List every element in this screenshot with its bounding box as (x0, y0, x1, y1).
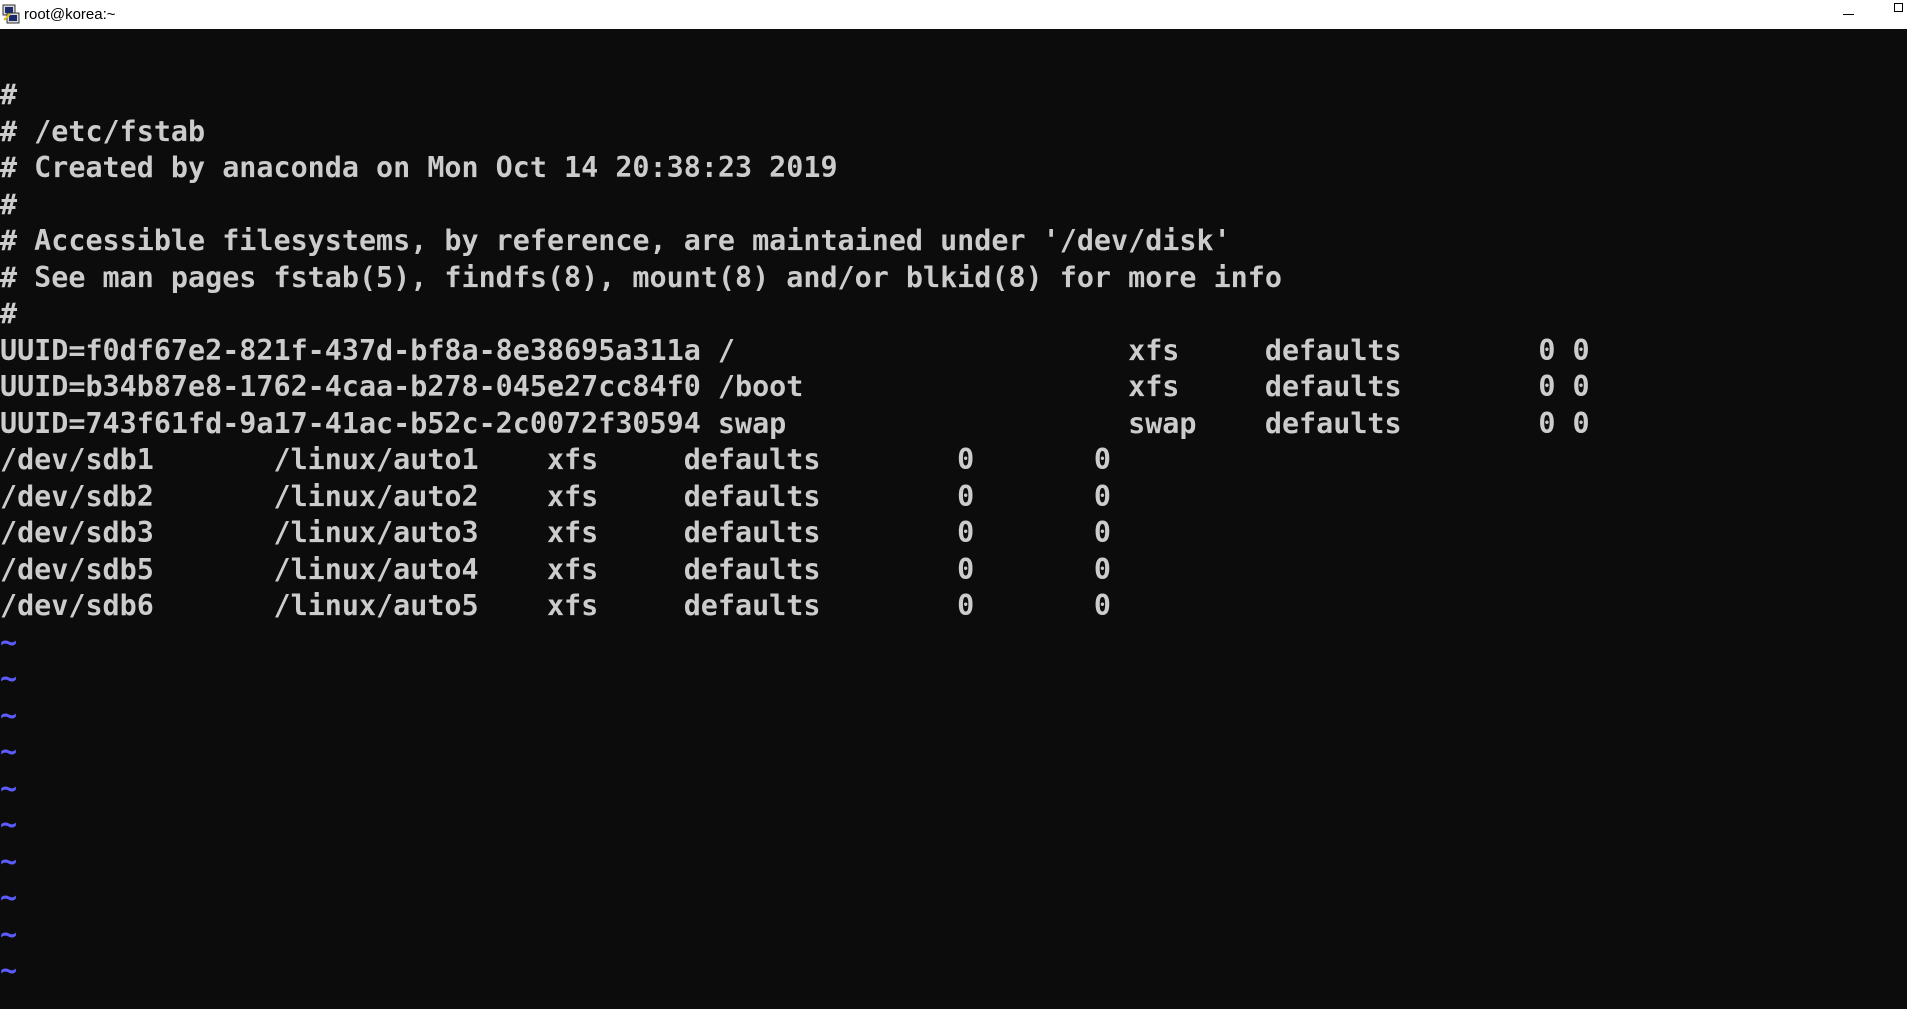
putty-terminal-icon (2, 4, 20, 24)
file-line: /dev/sdb2 /linux/auto2 xfs defaults 0 0 (0, 479, 1112, 513)
file-line: UUID=f0df67e2-821f-437d-bf8a-8e38695a311… (0, 333, 1590, 367)
file-line: # (0, 187, 18, 221)
empty-line-marker: ~ (0, 662, 18, 695)
file-line: /dev/sdb5 /linux/auto4 xfs defaults 0 0 (0, 552, 1112, 586)
file-line: # Created by anaconda on Mon Oct 14 20:3… (0, 151, 838, 184)
terminal-content[interactable]: # # /etc/fstab # Created by anaconda on Mo… (0, 29, 1907, 1009)
empty-line-marker: ~ (0, 698, 18, 732)
empty-line-marker: ~ (0, 954, 18, 987)
empty-line-marker: ~ (0, 771, 18, 805)
file-line: /dev/sdb3 /linux/auto3 xfs defaults 0 0 (0, 516, 1112, 549)
maximize-button[interactable] (1871, 0, 1907, 29)
file-line: UUID=743f61fd-9a17-41ac-b52c-2c0072f3059… (0, 406, 1590, 440)
file-line: # Accessible filesystems, by reference, … (0, 224, 1231, 257)
file-line: /dev/sdb1 /linux/auto1 xfs defaults 0 0 (0, 443, 1112, 476)
empty-line-marker: ~ (0, 844, 18, 878)
empty-line-marker: ~ (0, 917, 18, 951)
file-line: # /etc/fstab (0, 114, 206, 148)
terminal-window: root@korea:~ # # /etc/fstab # Created by a… (0, 0, 1907, 1009)
minimize-icon (1842, 14, 1854, 15)
file-line: # (0, 78, 18, 111)
window-title: root@korea:~ (24, 6, 116, 23)
file-line: UUID=b34b87e8-1762-4caa-b278-045e27cc84f… (0, 370, 1590, 403)
empty-line-marker: ~ (0, 881, 18, 914)
empty-line-marker: ~ (0, 625, 18, 659)
empty-line-marker: ~ (0, 735, 18, 768)
file-line: # (0, 297, 18, 330)
maximize-icon (1893, 3, 1903, 12)
file-line: # See man pages fstab(5), findfs(8), mou… (0, 260, 1282, 294)
title-bar[interactable]: root@korea:~ (0, 0, 1907, 29)
file-line: /dev/sdb6 /linux/auto5 xfs defaults 0 0 (0, 589, 1112, 622)
minimize-button[interactable] (1825, 0, 1871, 29)
empty-line-marker: ~ (0, 808, 18, 841)
